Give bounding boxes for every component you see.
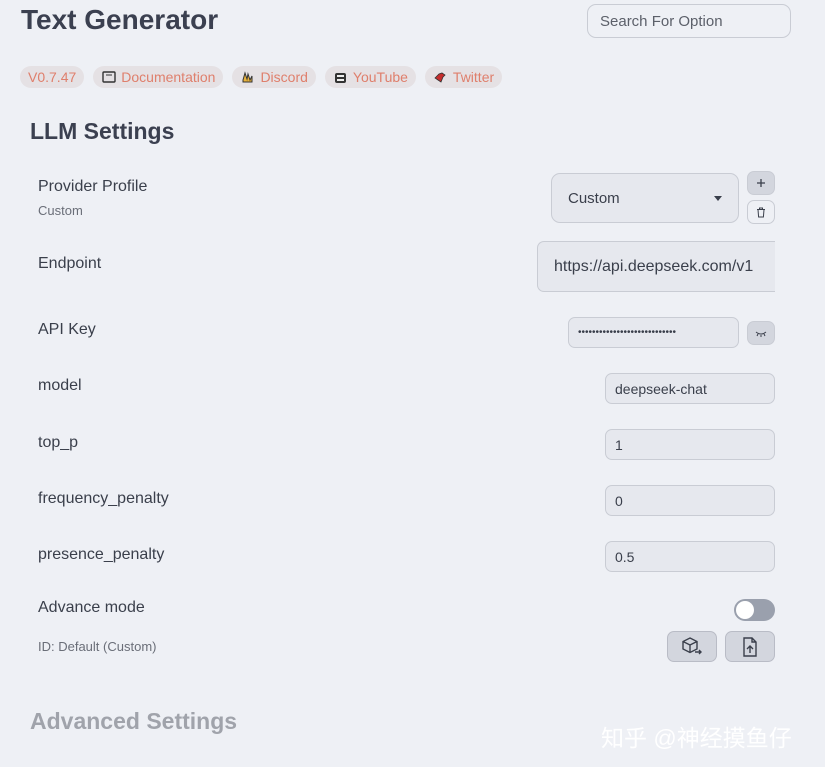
toggle-visibility-button[interactable]	[747, 321, 775, 345]
youtube-icon	[333, 70, 348, 85]
youtube-badge[interactable]: YouTube	[324, 66, 416, 88]
model-label: model	[38, 377, 82, 394]
api-key-input[interactable]	[568, 317, 739, 348]
twitter-badge[interactable]: Twitter	[424, 66, 503, 88]
file-upload-icon	[743, 636, 757, 657]
discord-badge[interactable]: Discord	[232, 66, 316, 88]
delete-profile-button[interactable]	[747, 200, 775, 224]
frequency-penalty-input[interactable]	[605, 485, 775, 516]
provider-profile-sublabel: Custom	[38, 203, 83, 218]
watermark: 知乎 @神经摸鱼仔	[601, 725, 792, 751]
endpoint-input[interactable]	[537, 241, 775, 292]
youtube-label: YouTube	[352, 69, 408, 85]
model-input[interactable]	[605, 373, 775, 404]
presence-penalty-label: presence_penalty	[38, 546, 165, 563]
provider-profile-label: Provider Profile	[38, 178, 148, 195]
import-file-button[interactable]	[725, 631, 775, 662]
twitter-label: Twitter	[452, 69, 495, 85]
toggle-knob	[736, 601, 754, 619]
presence-penalty-input[interactable]	[605, 541, 775, 572]
api-key-label: API Key	[38, 321, 96, 338]
trash-icon	[757, 207, 765, 217]
plus-icon	[757, 179, 765, 187]
section-title-llm: LLM Settings	[30, 118, 175, 144]
top-p-label: top_p	[38, 434, 79, 451]
discord-icon	[240, 70, 255, 85]
book-icon	[101, 70, 116, 85]
advance-mode-toggle[interactable]	[734, 599, 775, 621]
discord-label: Discord	[260, 69, 308, 85]
frequency-penalty-label: frequency_penalty	[38, 490, 169, 507]
search-input[interactable]	[587, 4, 791, 38]
add-profile-button[interactable]	[747, 171, 775, 195]
profile-id-text: ID: Default (Custom)	[38, 639, 157, 654]
provider-profile-select[interactable]: Custom	[551, 173, 739, 223]
documentation-label: Documentation	[121, 69, 216, 85]
version-label: V0.7.47	[28, 69, 77, 85]
eye-closed-icon	[755, 331, 767, 337]
section-title-advanced: Advanced Settings	[30, 708, 238, 734]
export-profile-button[interactable]	[667, 631, 717, 662]
version-badge[interactable]: V0.7.47	[20, 66, 85, 88]
documentation-badge[interactable]: Documentation	[93, 66, 224, 88]
provider-selected-value: Custom	[568, 189, 620, 207]
twitter-icon	[433, 70, 448, 85]
advance-mode-label: Advance mode	[38, 599, 145, 616]
app-title: Text Generator	[21, 4, 219, 35]
badge-bar: V0.7.47 Documentation Discord YouTube Tw…	[20, 66, 503, 88]
top-p-input[interactable]	[605, 429, 775, 460]
endpoint-label: Endpoint	[38, 255, 102, 272]
box-export-icon	[682, 636, 702, 654]
chevron-down-icon	[714, 195, 722, 201]
